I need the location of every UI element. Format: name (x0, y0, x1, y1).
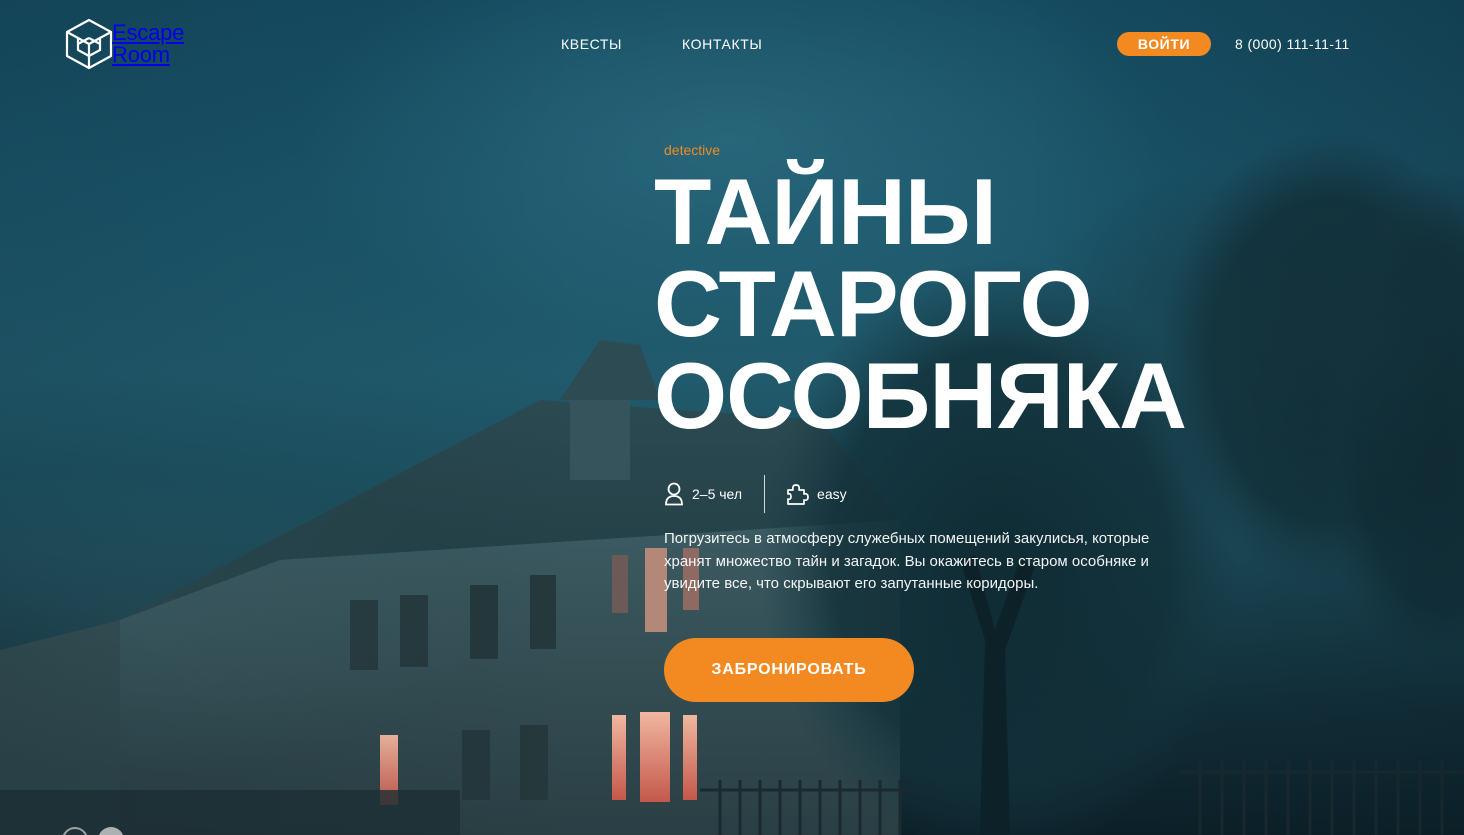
quest-meta: 2–5 чел easy (664, 475, 847, 513)
phone-link[interactable]: 8 (000) 111-11-11 (1235, 36, 1350, 52)
main-nav: КВЕСТЫ КОНТАКТЫ (561, 36, 762, 52)
nav-quests-link[interactable]: КВЕСТЫ (561, 36, 622, 52)
quest-genre: detective (664, 142, 721, 158)
logo-wordmark: Escape Room (112, 22, 184, 66)
cube-logo-icon (65, 18, 113, 70)
meta-divider (764, 475, 766, 513)
players-count: 2–5 чел (692, 486, 743, 502)
quest-description: Погрузитесь в атмосферу служебных помеще… (664, 530, 1150, 592)
difficulty-level: easy (817, 486, 847, 502)
site-logo[interactable]: Escape Room (64, 18, 184, 70)
logo-line-1: Escape (112, 20, 185, 45)
quest-title-line-2: СТАРОГО (654, 251, 1093, 356)
person-icon (665, 482, 683, 506)
nav-contacts-link[interactable]: КОНТАКТЫ (682, 36, 762, 52)
players-info: 2–5 чел (664, 482, 742, 506)
quest-title: ТАЙНЫ СТАРОГО ОСОБНЯКА (654, 159, 1374, 448)
quest-title-line-1: ТАЙНЫ (654, 159, 997, 264)
login-button[interactable]: ВОЙТИ (1117, 32, 1211, 56)
quest-title-line-3: ОСОБНЯКА (654, 343, 1187, 448)
book-button[interactable]: ЗАБРОНИРОВАТЬ (664, 638, 914, 702)
puzzle-piece-icon (787, 484, 809, 505)
level-info: easy (785, 482, 847, 506)
logo-line-2: Room (112, 42, 170, 67)
